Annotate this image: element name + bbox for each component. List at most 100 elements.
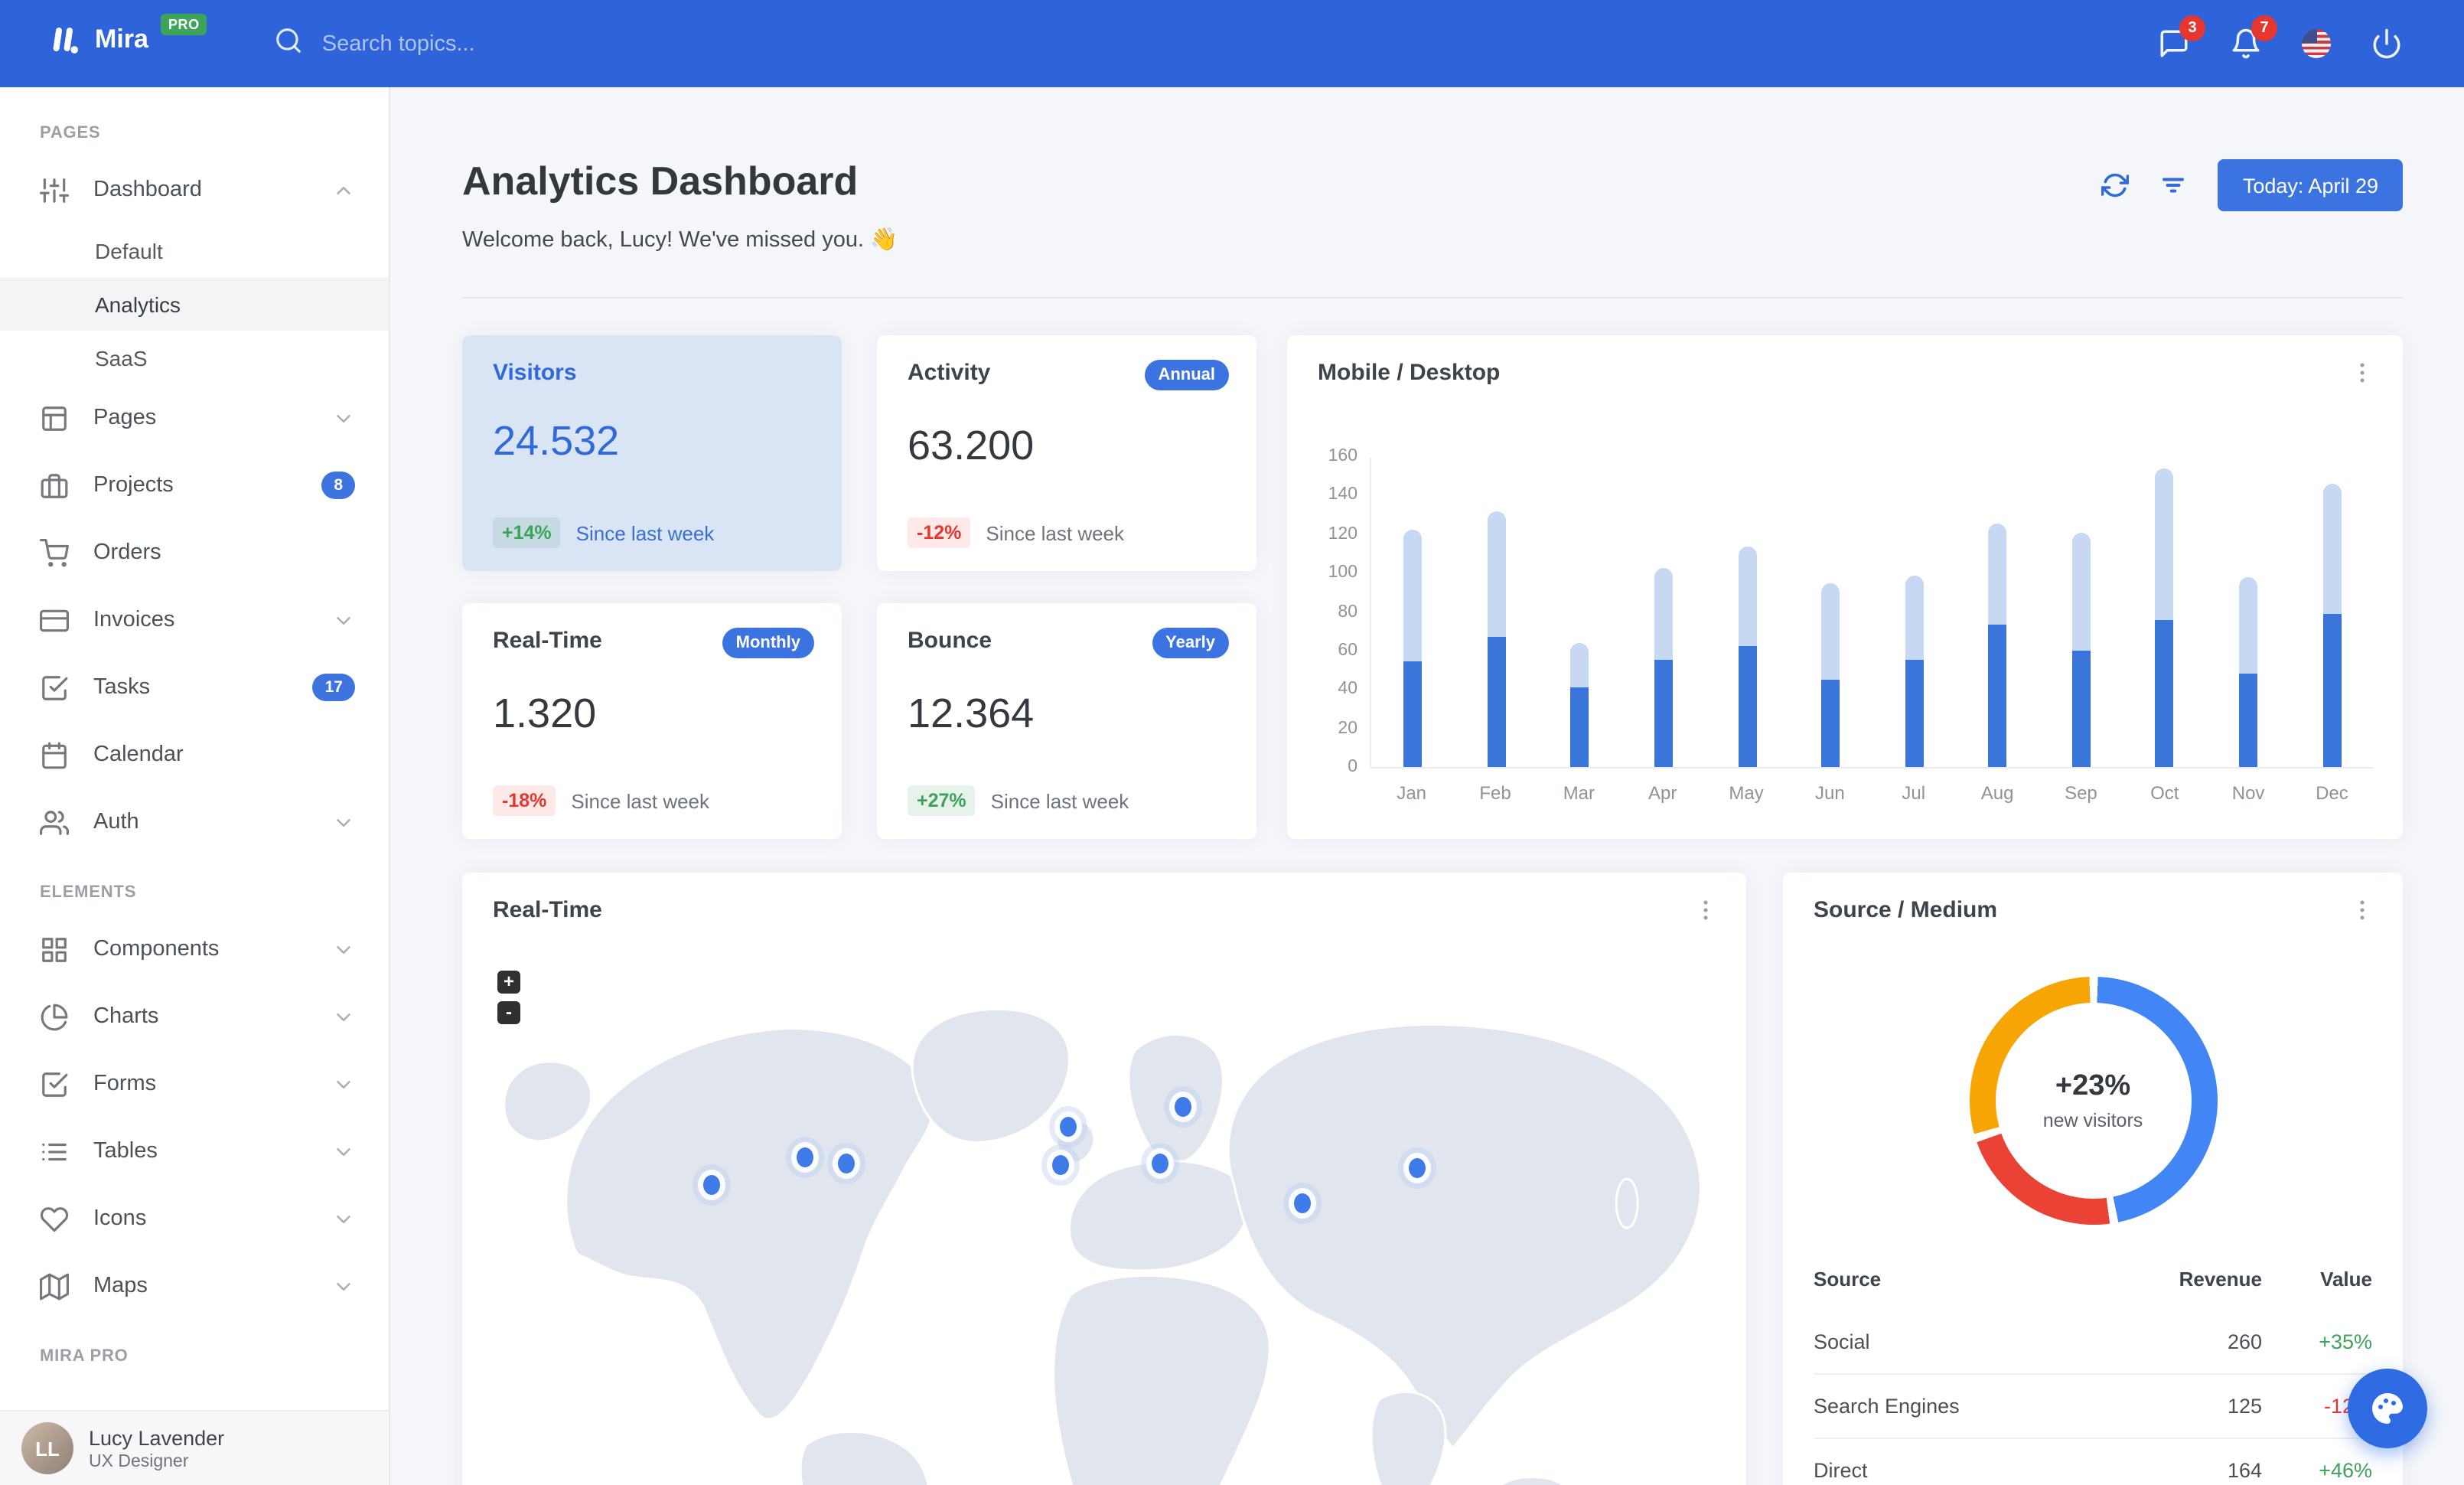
map-visitor-marker bbox=[703, 1175, 720, 1195]
header-divider bbox=[462, 297, 2403, 299]
brand-name: Mira bbox=[95, 24, 148, 54]
bar-dec bbox=[2290, 458, 2374, 767]
source-medium-card: Source / Medium +23% new visitors Source… bbox=[1783, 873, 2403, 1485]
sidebar-item-dashboard[interactable]: Dashboard bbox=[0, 156, 389, 224]
sidebar-item-maps[interactable]: Maps bbox=[0, 1252, 389, 1320]
sidebar-section-label: PAGES bbox=[40, 124, 101, 142]
chevron-down-icon bbox=[332, 609, 355, 632]
bar-may bbox=[1706, 458, 1789, 767]
chevron-up-icon bbox=[332, 178, 355, 201]
sidebar-item-invoices[interactable]: Invoices bbox=[0, 586, 389, 654]
mobile-desktop-chart-card: Mobile / Desktop 0 20 40 60 80 100 120 140 160 J… bbox=[1287, 335, 2403, 839]
brand[interactable]: Mira PRO bbox=[46, 14, 207, 67]
stat-value: 24.532 bbox=[493, 418, 620, 464]
x-tick-label: Dec bbox=[2316, 782, 2348, 804]
stat-caption: Since last week bbox=[990, 789, 1129, 812]
stat-period-badge[interactable]: Monthly bbox=[722, 628, 814, 658]
sidebar-item-orders[interactable]: Orders bbox=[0, 519, 389, 586]
sidebar-item-projects[interactable]: Projects 8 bbox=[0, 452, 389, 519]
sidebar-item-charts[interactable]: Charts bbox=[0, 983, 389, 1050]
source-table-row-social: Social 260 +35% bbox=[1814, 1330, 2372, 1353]
chevron-down-icon bbox=[332, 1207, 355, 1230]
source-table-header: Source Revenue Value bbox=[1814, 1268, 2372, 1291]
stat-caption: Since last week bbox=[575, 521, 715, 544]
y-tick-label: 0 bbox=[1348, 758, 1357, 776]
list-icon bbox=[40, 1137, 69, 1166]
y-tick-label: 120 bbox=[1328, 525, 1357, 543]
sidebar-item-components[interactable]: Components bbox=[0, 915, 389, 983]
sidebar-item-pages[interactable]: Pages bbox=[0, 384, 389, 452]
kebab-menu-icon[interactable] bbox=[1693, 897, 1719, 923]
logout-button[interactable] bbox=[2371, 28, 2403, 60]
stat-title: Visitors bbox=[493, 360, 577, 386]
source-title: Source / Medium bbox=[1814, 897, 1998, 923]
sidebar-user[interactable]: LL Lucy Lavender UX Designer bbox=[0, 1410, 389, 1485]
chevron-down-icon bbox=[332, 1005, 355, 1028]
sidebar-item-forms[interactable]: Forms bbox=[0, 1050, 389, 1118]
search-input[interactable] bbox=[321, 31, 659, 56]
donut-center-value: +23% bbox=[2055, 1070, 2131, 1102]
map-icon bbox=[40, 1271, 69, 1301]
y-tick-label: 140 bbox=[1328, 485, 1357, 504]
map-zoom-in-button[interactable]: + bbox=[497, 971, 520, 994]
page-title: Analytics Dashboard bbox=[462, 158, 859, 204]
heart-icon bbox=[40, 1204, 69, 1233]
search-icon bbox=[275, 25, 304, 62]
power-icon bbox=[2373, 28, 2400, 59]
chart-x-axis: Jan Feb Mar Apr May Jun Jul Aug Sep Oct Nov Dec bbox=[1370, 782, 2374, 804]
sidebar-item-default[interactable]: Default bbox=[0, 224, 389, 277]
language-flag-us-icon[interactable] bbox=[2302, 29, 2331, 58]
avatar[interactable]: LL bbox=[21, 1422, 73, 1474]
kebab-menu-icon[interactable] bbox=[2349, 360, 2375, 386]
y-tick-label: 100 bbox=[1328, 563, 1357, 582]
x-tick-label: Oct bbox=[2150, 782, 2179, 804]
stat-card-bounce: Bounce Yearly 12.364 +27% Since last wee… bbox=[877, 603, 1256, 839]
sidebar-item-saas[interactable]: SaaS bbox=[0, 331, 389, 384]
messages-button[interactable]: 3 bbox=[2158, 15, 2205, 60]
user-role: UX Designer bbox=[89, 1452, 189, 1471]
stat-title: Activity bbox=[908, 360, 991, 386]
y-tick-label: 20 bbox=[1338, 720, 1357, 738]
sidebar-item-analytics[interactable]: Analytics bbox=[0, 277, 389, 331]
chevron-down-icon bbox=[332, 811, 355, 834]
sliders-icon bbox=[40, 175, 69, 204]
grid-icon bbox=[40, 935, 69, 964]
stat-title: Bounce bbox=[908, 628, 992, 654]
bar-sep bbox=[2039, 458, 2123, 767]
kebab-menu-icon[interactable] bbox=[2349, 897, 2375, 923]
sidebar-item-icons[interactable]: Icons bbox=[0, 1185, 389, 1252]
sidebar-item-tasks[interactable]: Tasks 17 bbox=[0, 654, 389, 721]
refresh-button[interactable] bbox=[2101, 171, 2130, 199]
world-map[interactable]: + - bbox=[462, 940, 1746, 1485]
sidebar-item-auth[interactable]: Auth bbox=[0, 788, 389, 856]
stat-period-badge[interactable]: Annual bbox=[1144, 360, 1229, 390]
sidebar-nav: PAGES Dashboard Default Analytics SaaS Pages P… bbox=[0, 87, 389, 1410]
filter-icon bbox=[2163, 178, 2185, 193]
notifications-button[interactable]: 7 bbox=[2230, 15, 2277, 60]
y-tick-label: 40 bbox=[1338, 680, 1357, 698]
theme-settings-fab[interactable] bbox=[2348, 1369, 2427, 1448]
x-tick-label: Sep bbox=[2065, 782, 2097, 804]
stat-value: 1.320 bbox=[493, 690, 597, 736]
sidebar-item-calendar[interactable]: Calendar bbox=[0, 721, 389, 788]
x-tick-label: Jun bbox=[1815, 782, 1845, 804]
stat-card-visitors: Visitors 24.532 +14% Since last week bbox=[462, 335, 842, 571]
filter-button[interactable] bbox=[2160, 171, 2188, 199]
stat-period-badge[interactable]: Yearly bbox=[1152, 628, 1229, 658]
map-zoom-out-button[interactable]: - bbox=[497, 1001, 520, 1024]
date-range-button[interactable]: Today: April 29 bbox=[2218, 159, 2403, 211]
credit-card-icon bbox=[40, 605, 69, 635]
bar-feb bbox=[1455, 458, 1538, 767]
x-tick-label: Apr bbox=[1648, 782, 1677, 804]
source-donut-chart: +23% new visitors bbox=[1969, 977, 2217, 1225]
x-tick-label: Jul bbox=[1902, 782, 1926, 804]
map-title: Real-Time bbox=[493, 897, 602, 923]
stat-delta-badge: +27% bbox=[908, 785, 976, 816]
map-visitor-marker bbox=[1175, 1097, 1191, 1117]
layout-icon bbox=[40, 403, 69, 432]
x-tick-label: Jan bbox=[1397, 782, 1427, 804]
stat-delta-badge: -12% bbox=[908, 517, 971, 548]
sidebar-item-tables[interactable]: Tables bbox=[0, 1118, 389, 1185]
donut-center-label: new visitors bbox=[2042, 1110, 2143, 1131]
chart-title: Mobile / Desktop bbox=[1318, 360, 1501, 386]
